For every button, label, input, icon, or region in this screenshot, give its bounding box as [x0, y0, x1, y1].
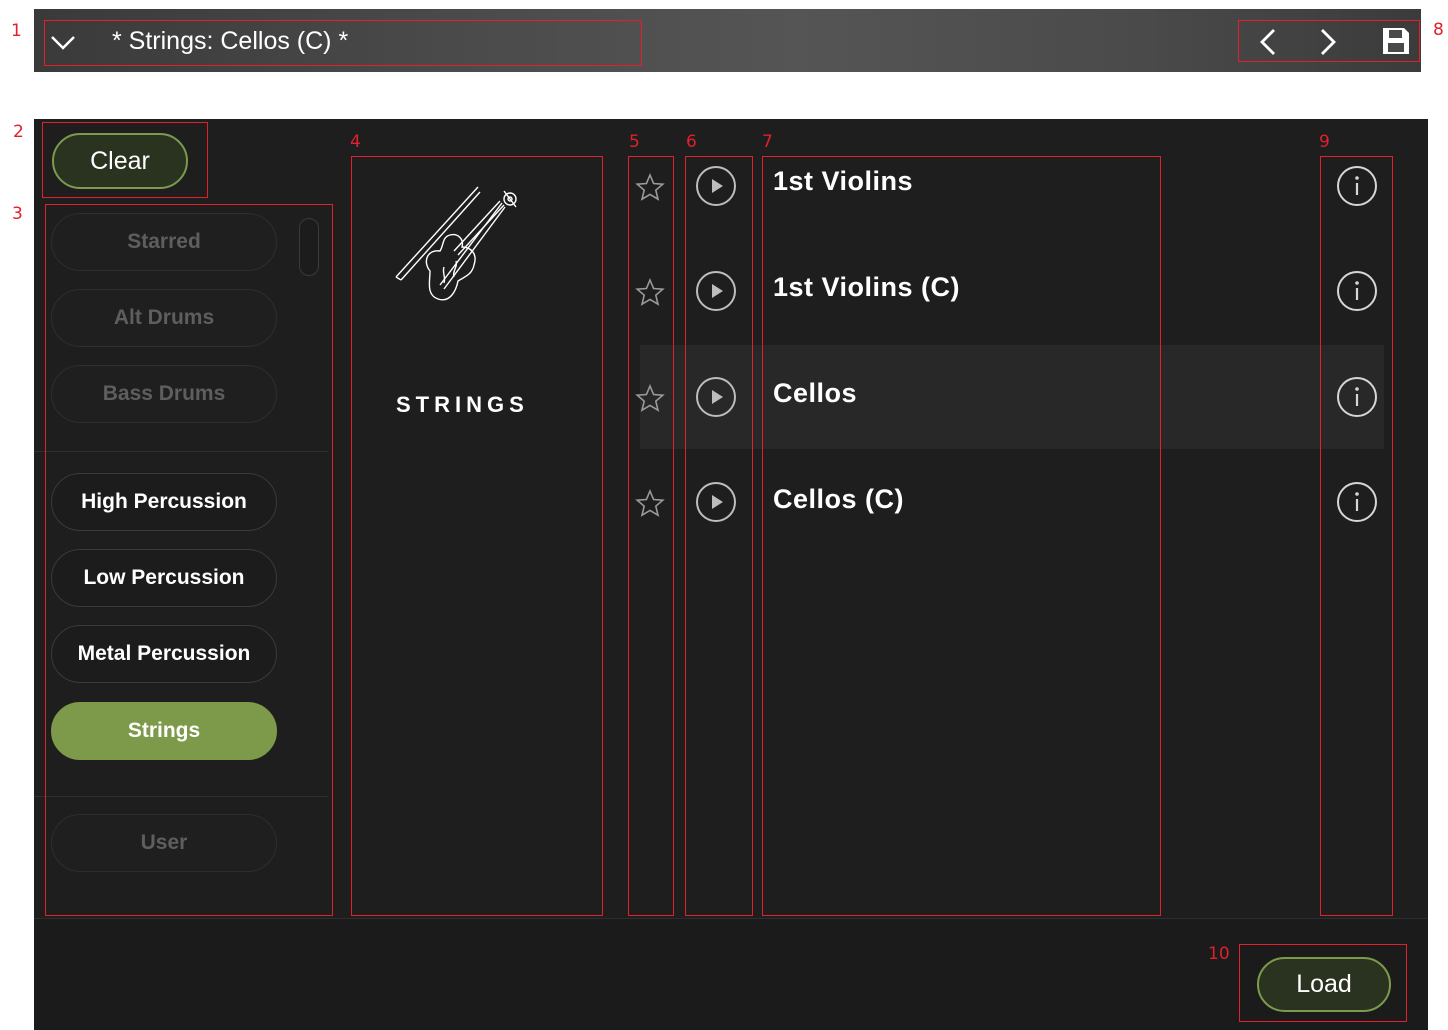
- info-icon[interactable]: [1336, 165, 1378, 212]
- category-divider: [34, 796, 328, 797]
- category-user[interactable]: User: [51, 814, 277, 872]
- callout-number: 10: [1208, 944, 1230, 964]
- category-alt-drums[interactable]: Alt Drums: [51, 289, 277, 347]
- play-icon[interactable]: [695, 481, 737, 528]
- preset-name[interactable]: Cellos (C): [773, 484, 904, 515]
- category-scrollbar[interactable]: [299, 218, 319, 276]
- preset-title[interactable]: * Strings: Cellos (C) *: [112, 29, 348, 54]
- category-high-percussion[interactable]: High Percussion: [51, 473, 277, 531]
- callout-number: 3: [12, 204, 23, 224]
- preset-name[interactable]: 1st Violins: [773, 166, 913, 197]
- callout-number: 6: [686, 132, 697, 152]
- info-icon[interactable]: [1336, 481, 1378, 528]
- arrow-right-icon[interactable]: [1317, 27, 1339, 62]
- category-bass-drums[interactable]: Bass Drums: [51, 365, 277, 423]
- category-low-percussion[interactable]: Low Percussion: [51, 549, 277, 607]
- callout-number: 7: [762, 132, 773, 152]
- star-icon[interactable]: [635, 488, 665, 522]
- callout-number: 2: [13, 122, 24, 142]
- info-icon[interactable]: [1336, 270, 1378, 317]
- category-strings[interactable]: Strings: [51, 702, 277, 760]
- callout-number: 5: [629, 132, 640, 152]
- save-icon[interactable]: [1381, 26, 1411, 61]
- play-icon[interactable]: [695, 270, 737, 317]
- category-panel-label: STRINGS: [396, 392, 529, 417]
- arrow-left-icon[interactable]: [1257, 27, 1279, 62]
- violin-icon: [392, 181, 526, 314]
- category-metal-percussion[interactable]: Metal Percussion: [51, 625, 277, 683]
- star-icon[interactable]: [635, 172, 665, 206]
- footer-bar: Load: [34, 918, 1428, 1030]
- play-icon[interactable]: [695, 376, 737, 423]
- callout-number: 1: [11, 21, 22, 41]
- preset-header-bar: * Strings: Cellos (C) *: [34, 9, 1421, 72]
- info-icon[interactable]: [1336, 376, 1378, 423]
- chevron-down-icon[interactable]: [48, 29, 78, 60]
- load-button[interactable]: Load: [1257, 957, 1391, 1012]
- play-icon[interactable]: [695, 165, 737, 212]
- star-icon[interactable]: [635, 383, 665, 417]
- callout-number: 4: [350, 132, 361, 152]
- clear-button[interactable]: Clear: [52, 133, 188, 189]
- category-divider: [34, 451, 328, 452]
- category-starred[interactable]: Starred: [51, 213, 277, 271]
- star-icon[interactable]: [635, 277, 665, 311]
- main-panel: Clear Starred Alt Drums Bass Drums High …: [34, 119, 1428, 1030]
- row-highlight: [640, 345, 1384, 449]
- callout-number: 9: [1319, 132, 1330, 152]
- callout-number: 8: [1433, 20, 1444, 40]
- preset-name[interactable]: 1st Violins (C): [773, 272, 960, 303]
- preset-name[interactable]: Cellos: [773, 378, 857, 409]
